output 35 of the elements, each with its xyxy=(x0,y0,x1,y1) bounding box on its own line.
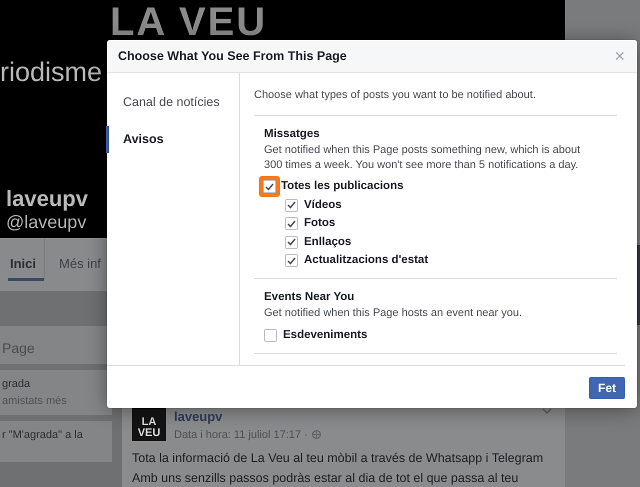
globe-icon xyxy=(312,430,321,440)
checkbox[interactable] xyxy=(285,198,298,212)
page-handle: @laveupv xyxy=(6,213,86,231)
dialog-nav-item[interactable]: Canal de notícies xyxy=(106,93,239,112)
section-description: Get notified when this Page posts something new, which is about 300 times a week. You won't see more than 5 notifications a day. xyxy=(264,142,582,172)
page-logo: LA VEU xyxy=(132,407,166,441)
checkbox[interactable] xyxy=(264,328,277,342)
dialog-nav-item[interactable]: Avisos xyxy=(106,126,239,152)
section-heading: Events Near You xyxy=(264,290,356,305)
section-description: Get notified when this Page hosts an event near you. xyxy=(264,306,524,322)
post-author[interactable]: laveupv xyxy=(174,407,321,426)
post-text: Tota la informació de La Veu al teu mòbil a través de Whatsapp i Telegram xyxy=(132,450,544,467)
checkbox[interactable] xyxy=(285,217,298,230)
post-date: Data i hora: 11 juliol 17:17 · xyxy=(174,428,308,442)
option-label: Fotos xyxy=(304,216,336,232)
post-text: Amb uns senzills passos podràs estar al dia de tot el que passa al teu xyxy=(132,470,520,487)
cover-slogan: riodisme xyxy=(0,58,102,88)
option-label: Actualitzacions d'estat xyxy=(304,253,428,268)
checkbox[interactable] xyxy=(285,254,298,268)
like-text: grada xyxy=(2,377,32,392)
page-tab[interactable]: Inici xyxy=(8,238,44,281)
invite-text: r "M'agrada" a la xyxy=(0,421,112,462)
option-label: Enllaços xyxy=(304,234,352,250)
close-button[interactable]: × xyxy=(612,47,627,65)
checkbox[interactable] xyxy=(263,180,276,194)
option-label: Vídeos xyxy=(304,198,342,213)
page-name: laveupv xyxy=(6,188,88,210)
option-label: Esdeveniments xyxy=(283,328,368,343)
checkbox[interactable] xyxy=(285,236,298,249)
dialog-title: Choose What You See From This Page xyxy=(118,48,347,65)
option-label: Totes les publicacions xyxy=(281,179,404,194)
section-heading: Missatges xyxy=(264,126,321,142)
cover-title: LA VEU xyxy=(110,2,268,42)
dialog-intro: Choose what types of posts you want to be notified about. xyxy=(254,87,617,116)
done-button[interactable]: Fet xyxy=(589,377,625,400)
